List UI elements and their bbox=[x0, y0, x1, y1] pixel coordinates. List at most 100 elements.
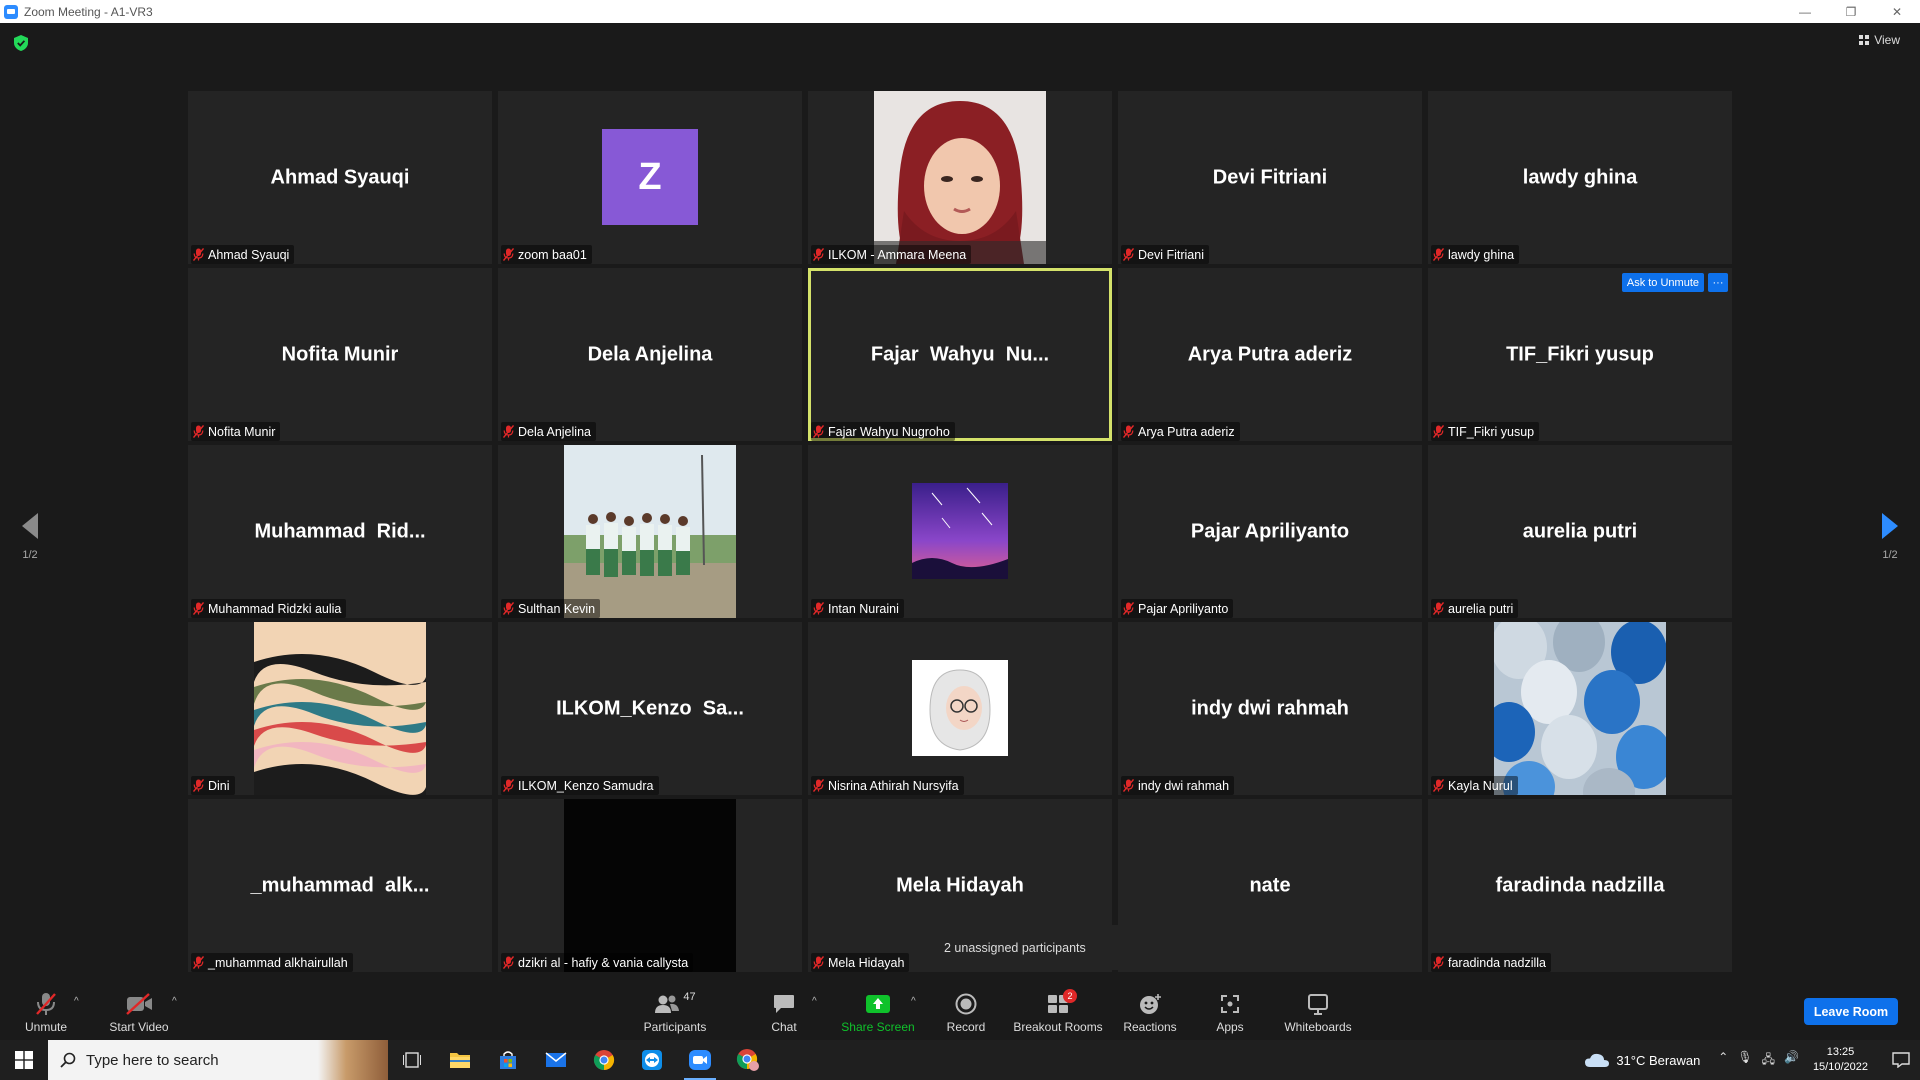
participant-tile[interactable]: Kayla Nurul bbox=[1428, 622, 1732, 795]
participants-button[interactable]: 47 Participants bbox=[640, 980, 710, 1040]
chrome-button[interactable] bbox=[580, 1040, 628, 1080]
share-options-caret[interactable]: ^ bbox=[911, 996, 916, 1007]
participant-tile[interactable]: Devi Fitriani Devi Fitriani bbox=[1118, 91, 1422, 264]
ask-to-unmute-button[interactable]: Ask to Unmute bbox=[1621, 273, 1704, 292]
muted-mic-icon bbox=[813, 425, 824, 438]
previous-page-button[interactable]: 1/2 bbox=[10, 513, 50, 573]
window-controls: — ❐ ✕ bbox=[1782, 0, 1920, 23]
microphone-tray-icon[interactable]: 🎙 bbox=[1737, 1050, 1752, 1071]
smiley-icon bbox=[1138, 991, 1162, 1017]
participant-photo bbox=[1494, 622, 1666, 795]
whiteboards-button[interactable]: Whiteboards bbox=[1282, 980, 1354, 1040]
muted-mic-icon bbox=[1433, 602, 1444, 615]
muted-mic-icon bbox=[813, 602, 824, 615]
participant-tile[interactable]: dzikri al - hafiy & vania callysta bbox=[498, 799, 802, 972]
arrow-right-icon bbox=[1882, 513, 1898, 539]
system-tray: 31°C Berawan ⌃ 🎙 🖧 🔊 13:25 15/10/2022 bbox=[1584, 1040, 1920, 1080]
clock-time: 13:25 bbox=[1826, 1046, 1855, 1058]
participant-tile[interactable]: Muhammad Rid... Muhammad Ridzki aulia bbox=[188, 445, 492, 618]
notification-center-button[interactable] bbox=[1882, 1040, 1920, 1080]
participant-name: faradinda nadzilla bbox=[1448, 955, 1546, 970]
participant-display-name: indy dwi rahmah bbox=[1191, 697, 1349, 719]
start-video-button[interactable]: Start Video bbox=[106, 980, 172, 1040]
leave-room-button[interactable]: Leave Room bbox=[1804, 998, 1898, 1025]
participant-tile[interactable]: lawdy ghina lawdy ghina bbox=[1428, 91, 1732, 264]
chevron-up-icon[interactable]: ⌃ bbox=[1718, 1050, 1728, 1071]
restore-button[interactable]: ❐ bbox=[1828, 0, 1874, 23]
participant-tile[interactable]: TIF_Fikri yusup TIF_Fikri yusup Ask to Unm… bbox=[1428, 268, 1732, 441]
title-bar: Zoom Meeting - A1-VR3 — ❐ ✕ bbox=[0, 0, 1920, 23]
video-options-caret[interactable]: ^ bbox=[172, 996, 177, 1007]
muted-mic-icon bbox=[193, 956, 204, 969]
participant-tile[interactable]: ILKOM_Kenzo Sa... ILKOM_Kenzo Samudra bbox=[498, 622, 802, 795]
participant-tile[interactable]: Pajar Apriliyanto Pajar Apriliyanto bbox=[1118, 445, 1422, 618]
teamviewer-button[interactable] bbox=[628, 1040, 676, 1080]
breakout-badge: 2 bbox=[1063, 989, 1077, 1003]
windows-logo-icon bbox=[15, 1051, 33, 1069]
share-screen-button[interactable]: Share Screen bbox=[838, 980, 918, 1040]
participant-tile[interactable]: _muhammad alk... _muhammad alkhairullah bbox=[188, 799, 492, 972]
muted-mic-icon bbox=[503, 779, 514, 792]
participant-tile[interactable]: Nofita Munir Nofita Munir bbox=[188, 268, 492, 441]
participant-tile[interactable]: Intan Nuraini bbox=[808, 445, 1112, 618]
participant-tile[interactable]: Sulthan Kevin bbox=[498, 445, 802, 618]
participant-name: TIF_Fikri yusup bbox=[1448, 424, 1535, 439]
breakout-rooms-button[interactable]: 2 Breakout Rooms bbox=[1012, 980, 1104, 1040]
participant-tile[interactable]: Dini bbox=[188, 622, 492, 795]
unassigned-participants-toast[interactable]: 2 unassigned participants bbox=[930, 925, 1185, 970]
close-button[interactable]: ✕ bbox=[1874, 0, 1920, 23]
reactions-button[interactable]: Reactions bbox=[1122, 980, 1178, 1040]
taskbar-search[interactable]: Type here to search bbox=[48, 1040, 388, 1080]
participant-name-label: zoom baa01 bbox=[501, 245, 592, 264]
microphone-muted-icon bbox=[35, 991, 57, 1017]
zoom-app-icon bbox=[4, 4, 18, 19]
participant-name: Dini bbox=[208, 778, 230, 793]
task-view-icon bbox=[403, 1052, 421, 1068]
record-label: Record bbox=[946, 1020, 986, 1034]
chat-options-caret[interactable]: ^ bbox=[812, 996, 817, 1007]
zoom-taskbar-button[interactable] bbox=[676, 1040, 724, 1080]
meeting-area: View 1/2 1/2 Ahmad Syauqi Ahmad Syauqi Zzo… bbox=[0, 23, 1920, 980]
volume-icon[interactable]: 🔊 bbox=[1784, 1050, 1799, 1071]
muted-mic-icon bbox=[1123, 779, 1134, 792]
participant-name: Nisrina Athirah Nursyifa bbox=[828, 778, 959, 793]
participant-tile[interactable]: Ahmad Syauqi Ahmad Syauqi bbox=[188, 91, 492, 264]
security-shield-icon[interactable] bbox=[14, 35, 28, 51]
audio-options-caret[interactable]: ^ bbox=[74, 996, 79, 1007]
participant-tile[interactable]: Zzoom baa01 bbox=[498, 91, 802, 264]
participant-tile[interactable]: Nisrina Athirah Nursyifa bbox=[808, 622, 1112, 795]
grid-view-icon bbox=[1859, 35, 1870, 45]
chat-button[interactable]: Chat bbox=[764, 980, 804, 1040]
next-page-button[interactable]: 1/2 bbox=[1870, 513, 1910, 573]
participant-tile[interactable]: Arya Putra aderiz Arya Putra aderiz bbox=[1118, 268, 1422, 441]
participants-icon: 47 bbox=[654, 991, 696, 1017]
participant-tile[interactable]: Dela Anjelina Dela Anjelina bbox=[498, 268, 802, 441]
chrome-profile-button[interactable] bbox=[724, 1040, 772, 1080]
participant-display-name: aurelia putri bbox=[1522, 520, 1638, 542]
participant-tile[interactable]: ILKOM - Ammara Meena bbox=[808, 91, 1112, 264]
video-off-icon bbox=[125, 991, 153, 1017]
record-button[interactable]: Record bbox=[942, 980, 990, 1040]
more-options-button[interactable]: ··· bbox=[1708, 273, 1728, 292]
minimize-button[interactable]: — bbox=[1782, 0, 1828, 23]
unmute-button[interactable]: Unmute bbox=[22, 980, 70, 1040]
clock[interactable]: 13:25 15/10/2022 bbox=[1813, 1045, 1868, 1075]
task-view-button[interactable] bbox=[388, 1040, 436, 1080]
weather-widget[interactable]: 31°C Berawan bbox=[1584, 1052, 1700, 1068]
mail-button[interactable] bbox=[532, 1040, 580, 1080]
participant-display-name: TIF_Fikri yusup bbox=[1506, 343, 1654, 365]
participant-tile[interactable]: faradinda nadzilla faradinda nadzilla bbox=[1428, 799, 1732, 972]
participant-display-name: _muhammad alk... bbox=[250, 874, 430, 896]
chat-bubble-icon bbox=[773, 991, 795, 1017]
file-explorer-button[interactable] bbox=[436, 1040, 484, 1080]
apps-button[interactable]: Apps bbox=[1210, 980, 1250, 1040]
microsoft-store-button[interactable] bbox=[484, 1040, 532, 1080]
network-icon[interactable]: 🖧 bbox=[1762, 1050, 1775, 1071]
muted-mic-icon bbox=[1433, 779, 1444, 792]
view-button[interactable]: View bbox=[1859, 33, 1900, 47]
participant-name-label: ILKOM_Kenzo Samudra bbox=[501, 776, 659, 795]
participant-tile[interactable]: aurelia putri aurelia putri bbox=[1428, 445, 1732, 618]
start-button[interactable] bbox=[0, 1040, 48, 1080]
participant-tile[interactable]: Fajar Wahyu Nu... Fajar Wahyu Nugroho bbox=[808, 268, 1112, 441]
participant-tile[interactable]: indy dwi rahmah indy dwi rahmah bbox=[1118, 622, 1422, 795]
